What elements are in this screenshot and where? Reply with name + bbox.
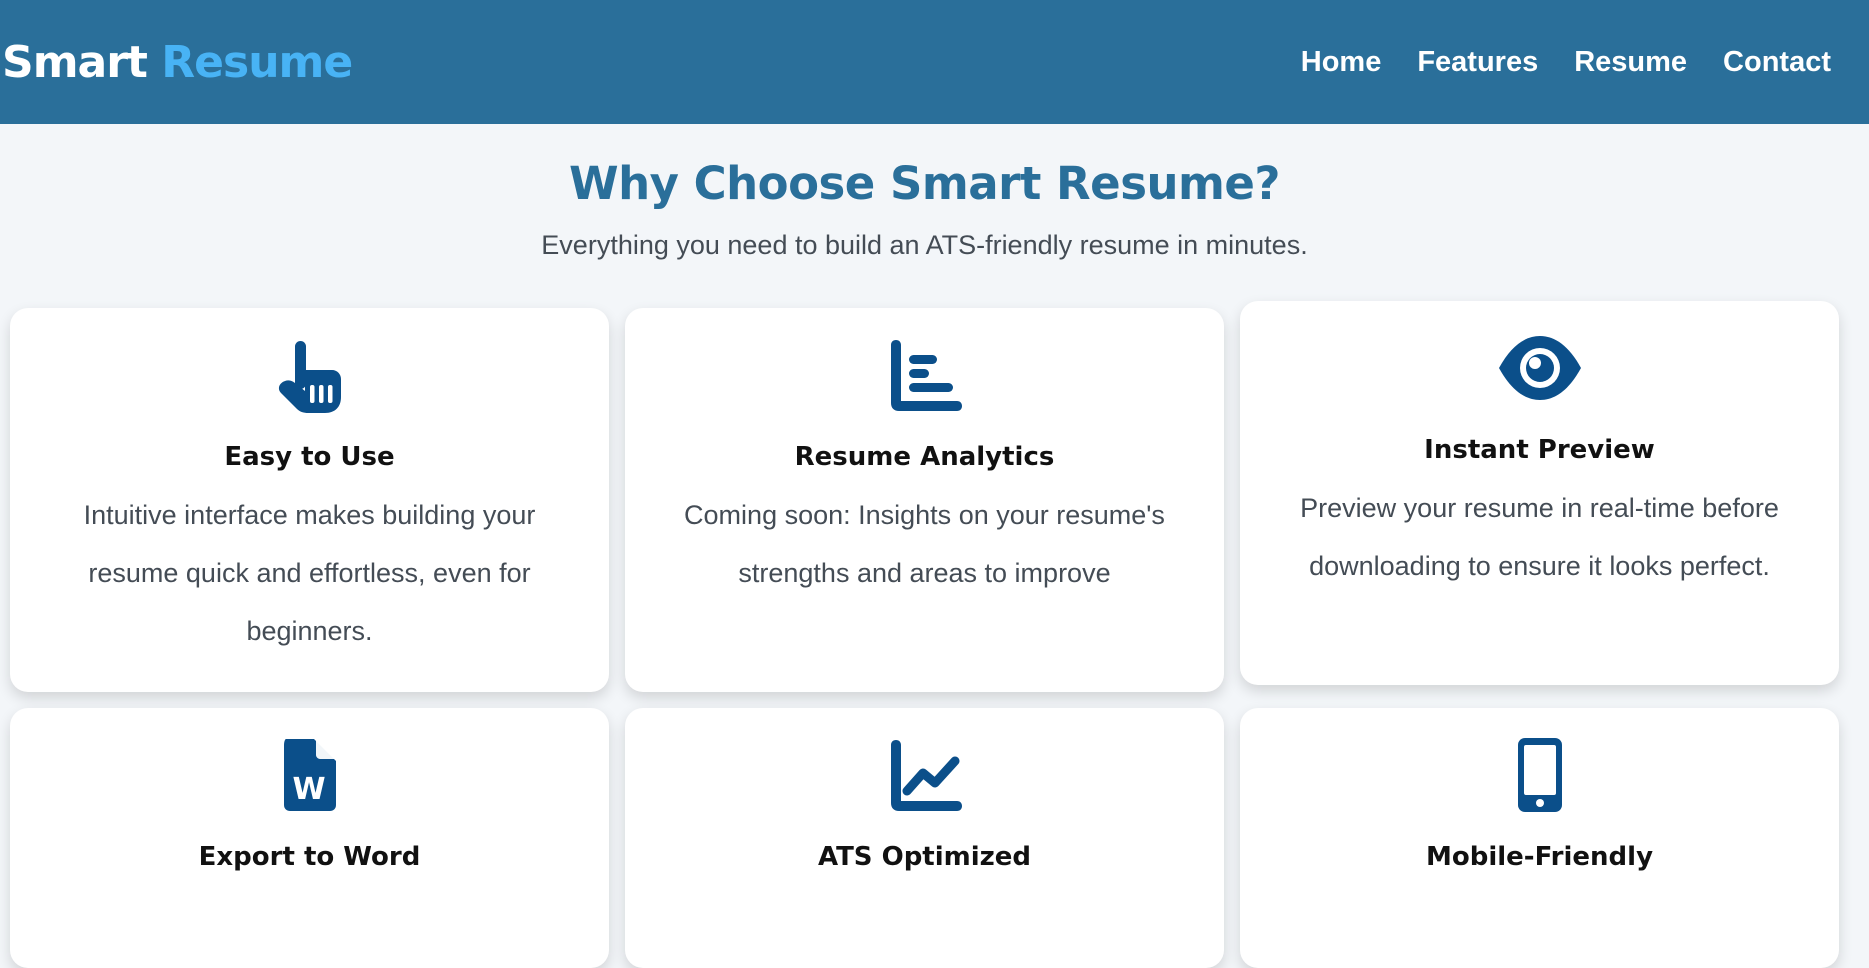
feature-title: ATS Optimized bbox=[817, 842, 1032, 872]
brand-logo[interactable]: Smart Resume bbox=[2, 36, 353, 88]
features-title: Why Choose Smart Resume? bbox=[568, 157, 1281, 210]
nav-link-home[interactable]: Home bbox=[1301, 46, 1382, 79]
nav-link-features[interactable]: Features bbox=[1417, 46, 1538, 79]
feature-card-resume-analytics: Resume Analytics Coming soon: Insights o… bbox=[625, 308, 1224, 692]
brand-name: Smart bbox=[2, 36, 148, 88]
brand-accent: Resume bbox=[161, 36, 353, 88]
feature-card-easy-to-use: Easy to Use Intuitive interface makes bu… bbox=[10, 308, 609, 692]
feature-description: Coming soon: Insights on your resume's s… bbox=[684, 500, 1165, 588]
feature-title: Mobile-Friendly bbox=[1425, 842, 1654, 872]
pointing-hand-icon bbox=[10, 335, 609, 415]
word-file-icon: W bbox=[10, 735, 609, 815]
feature-card-ats-optimized: ATS Optimized bbox=[625, 708, 1224, 968]
feature-card-instant-preview: Instant Preview Preview your resume in r… bbox=[1240, 301, 1839, 685]
features-subtitle: Everything you need to build an ATS-frie… bbox=[541, 230, 1308, 260]
eye-icon bbox=[1240, 328, 1839, 408]
main-nav: Home Features Resume Contact bbox=[1301, 46, 1831, 79]
bar-chart-icon bbox=[625, 335, 1224, 415]
feature-card-mobile-friendly: Mobile-Friendly bbox=[1240, 708, 1839, 968]
nav-link-contact[interactable]: Contact bbox=[1723, 46, 1831, 79]
svg-text:W: W bbox=[292, 772, 325, 807]
feature-title: Export to Word bbox=[198, 842, 421, 872]
line-chart-icon bbox=[625, 735, 1224, 815]
feature-title: Easy to Use bbox=[224, 442, 395, 472]
feature-title: Instant Preview bbox=[1424, 435, 1655, 465]
feature-card-export-to-word: W Export to Word bbox=[10, 708, 609, 968]
feature-title: Resume Analytics bbox=[794, 442, 1055, 472]
nav-link-resume[interactable]: Resume bbox=[1574, 46, 1687, 79]
mobile-phone-icon bbox=[1240, 735, 1839, 815]
site-header: Smart Resume Home Features Resume Contac… bbox=[0, 0, 1869, 124]
feature-description: Preview your resume in real-time before … bbox=[1300, 493, 1779, 581]
feature-description: Intuitive interface makes building your … bbox=[83, 500, 536, 646]
